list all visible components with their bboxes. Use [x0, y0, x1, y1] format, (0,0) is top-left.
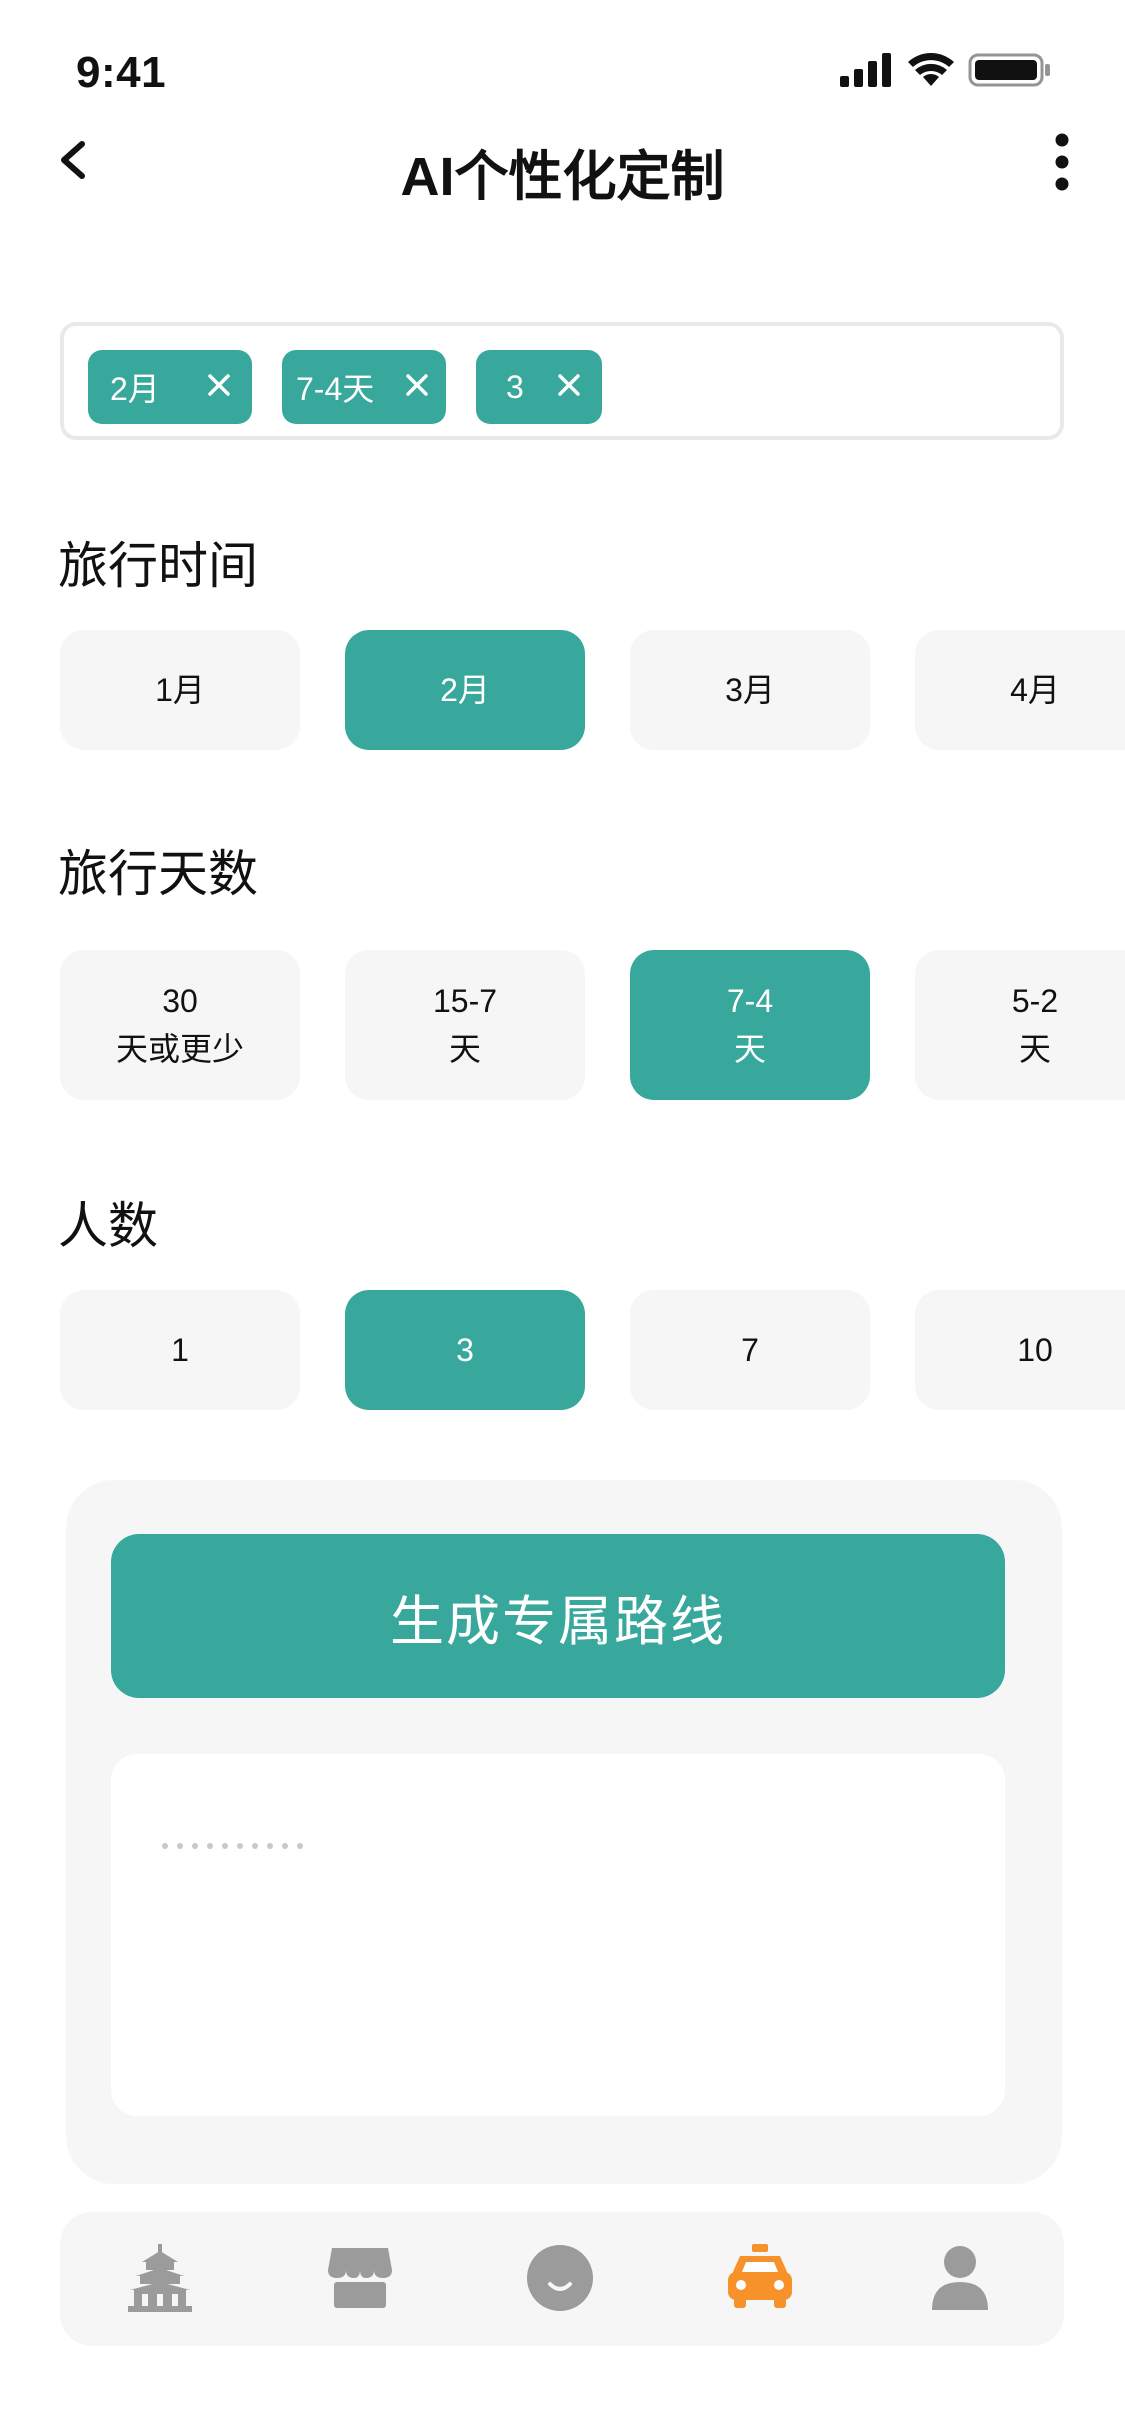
tab-taxi[interactable] — [724, 2242, 796, 2314]
loading-dots-icon — [162, 1843, 303, 1849]
status-icons — [840, 52, 1055, 88]
smile-icon — [527, 2245, 593, 2311]
section-title-people: 人数 — [58, 1198, 158, 1254]
user-icon — [932, 2246, 988, 2310]
option-sublabel: 天或更少 — [115, 1031, 244, 1067]
option-label: 10 — [1017, 1332, 1053, 1368]
people-option[interactable]: 1 — [60, 1290, 300, 1410]
tag-chip-label: 3 — [506, 368, 524, 405]
tab-shop[interactable] — [324, 2242, 396, 2314]
battery-icon — [968, 53, 1050, 87]
option-label: 2月 — [440, 672, 490, 708]
people-option-selected[interactable]: 3 — [345, 1290, 585, 1410]
more-vertical-icon — [1055, 133, 1069, 191]
option-label: 3月 — [725, 672, 775, 708]
tag-chip-label: 2月 — [110, 371, 160, 407]
option-label: 4月 — [1010, 672, 1060, 708]
option-label: 7-4 — [726, 983, 774, 1019]
option-label: 5-2 — [1011, 983, 1059, 1019]
days-option[interactable]: 15-7 天 — [345, 950, 585, 1100]
month-option-selected[interactable]: 2月 — [345, 630, 585, 750]
month-option[interactable]: 1月 — [60, 630, 300, 750]
status-time: 9:41 — [76, 48, 167, 97]
tag-chip[interactable]: 2月 — [88, 350, 252, 424]
days-option[interactable]: 5-2 天 — [915, 950, 1125, 1100]
tab-smile[interactable] — [524, 2242, 596, 2314]
month-option[interactable]: 3月 — [630, 630, 870, 750]
close-icon[interactable] — [404, 372, 430, 398]
tag-chip[interactable]: 3 — [476, 350, 602, 424]
option-sublabel: 天 — [448, 1031, 481, 1067]
generate-route-button[interactable]: 生成专属路线 — [111, 1534, 1005, 1698]
option-label: 15-7 — [432, 983, 498, 1019]
option-sublabel: 天 — [733, 1031, 766, 1067]
tab-profile[interactable] — [924, 2242, 996, 2314]
selected-tags-bar: 2月 7-4天 3 — [60, 322, 1064, 440]
tag-chip-label: 7-4天 — [296, 371, 375, 407]
option-sublabel: 天 — [1018, 1031, 1051, 1067]
temple-icon — [128, 2244, 192, 2312]
wifi-icon — [908, 53, 954, 86]
close-icon[interactable] — [556, 372, 582, 398]
days-option[interactable]: 30 天或更少 — [60, 950, 300, 1100]
section-title-travel-time: 旅行时间 — [58, 538, 258, 594]
signal-icon — [840, 53, 891, 87]
close-icon[interactable] — [206, 372, 232, 398]
days-option-selected[interactable]: 7-4 天 — [630, 950, 870, 1100]
option-label: 30 — [162, 983, 198, 1019]
month-option[interactable]: 4月 — [915, 630, 1125, 750]
route-result-area — [111, 1754, 1005, 2116]
option-label: 3 — [456, 1332, 474, 1368]
page-title: AI个性化定制 — [400, 147, 725, 207]
more-button[interactable] — [1047, 132, 1077, 192]
section-title-travel-days: 旅行天数 — [58, 846, 258, 902]
people-option[interactable]: 10 — [915, 1290, 1125, 1410]
shop-icon — [328, 2248, 392, 2308]
tab-temple[interactable] — [124, 2242, 196, 2314]
generate-card: 生成专属路线 — [66, 1480, 1062, 2184]
tab-bar — [60, 2212, 1064, 2346]
people-option[interactable]: 7 — [630, 1290, 870, 1410]
tag-chip[interactable]: 7-4天 — [282, 350, 446, 424]
taxi-icon — [728, 2244, 792, 2308]
option-label: 1月 — [155, 672, 205, 708]
option-label: 1 — [171, 1332, 189, 1368]
option-label: 7 — [741, 1332, 759, 1368]
